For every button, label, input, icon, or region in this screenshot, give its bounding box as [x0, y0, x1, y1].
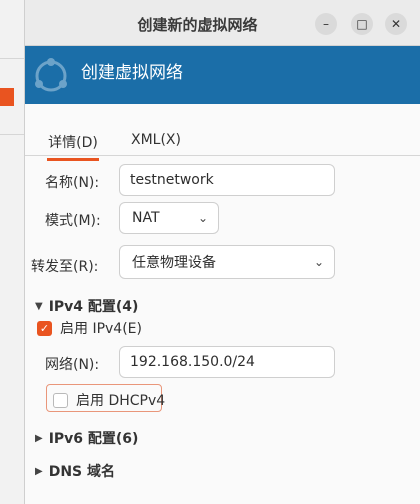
- name-label: 名称(N):: [45, 175, 100, 191]
- chevron-right-icon: ▶: [35, 432, 43, 444]
- minimize-button[interactable]: –: [315, 13, 337, 35]
- forward-label: 转发至(R):: [31, 259, 99, 275]
- banner-title: 创建虚拟网络: [81, 63, 183, 83]
- divider: [0, 134, 24, 135]
- chevron-down-icon: ⌄: [197, 211, 208, 225]
- ipv6-section-label: IPv6 配置(6): [48, 431, 139, 447]
- title-bar: 创建新的虚拟网络 – □ ✕: [25, 0, 420, 46]
- mode-select[interactable]: NAT ⌄: [119, 202, 219, 234]
- divider: [0, 58, 24, 59]
- mode-label: 模式(M):: [45, 213, 101, 229]
- tab-details[interactable]: 详情(D): [47, 132, 99, 161]
- window-title: 创建新的虚拟网络: [137, 16, 258, 34]
- forward-select[interactable]: 任意物理设备 ⌄: [119, 245, 335, 279]
- enable-ipv4-label: 启用 IPv4(E): [60, 321, 142, 337]
- maximize-button[interactable]: □: [351, 13, 373, 35]
- dns-section-label: DNS 域名: [48, 464, 115, 480]
- header-banner: 创建虚拟网络: [25, 46, 420, 104]
- ipv4-section-label: IPv4 配置(4): [48, 299, 139, 315]
- ipv6-section-toggle[interactable]: ▶ IPv6 配置(6): [35, 428, 138, 448]
- chevron-down-icon: ▼: [35, 300, 43, 312]
- enable-dhcpv4-checkbox[interactable]: 启用 DHCPv4: [53, 390, 165, 410]
- enable-ipv4-checkbox[interactable]: ✓ 启用 IPv4(E): [37, 318, 142, 338]
- dns-section-toggle[interactable]: ▶ DNS 域名: [35, 461, 115, 481]
- ipv4-section-toggle[interactable]: ▼ IPv4 配置(4): [35, 296, 138, 316]
- background-window: [0, 0, 24, 504]
- network-label: 网络(N):: [45, 357, 100, 373]
- chevron-right-icon: ▶: [35, 465, 43, 477]
- enable-dhcpv4-label: 启用 DHCPv4: [76, 393, 166, 409]
- chevron-down-icon: ⌄: [313, 255, 324, 269]
- mode-value: NAT: [132, 210, 160, 226]
- checkmark-icon: ✓: [37, 320, 52, 336]
- checkbox-icon: [53, 392, 68, 408]
- forward-value: 任意物理设备: [132, 255, 216, 271]
- name-input[interactable]: testnetwork: [119, 164, 335, 196]
- close-button[interactable]: ✕: [385, 13, 407, 35]
- tab-bar: 详情(D) XML(X): [25, 128, 420, 161]
- tab-xml[interactable]: XML(X): [131, 132, 181, 154]
- network-input[interactable]: 192.168.150.0/24: [119, 346, 335, 378]
- background-accent: [0, 88, 14, 106]
- network-icon: [35, 58, 67, 92]
- create-network-dialog: 创建新的虚拟网络 – □ ✕ 创建虚拟网络 详情(D) XML(X) 名称(N)…: [24, 0, 420, 504]
